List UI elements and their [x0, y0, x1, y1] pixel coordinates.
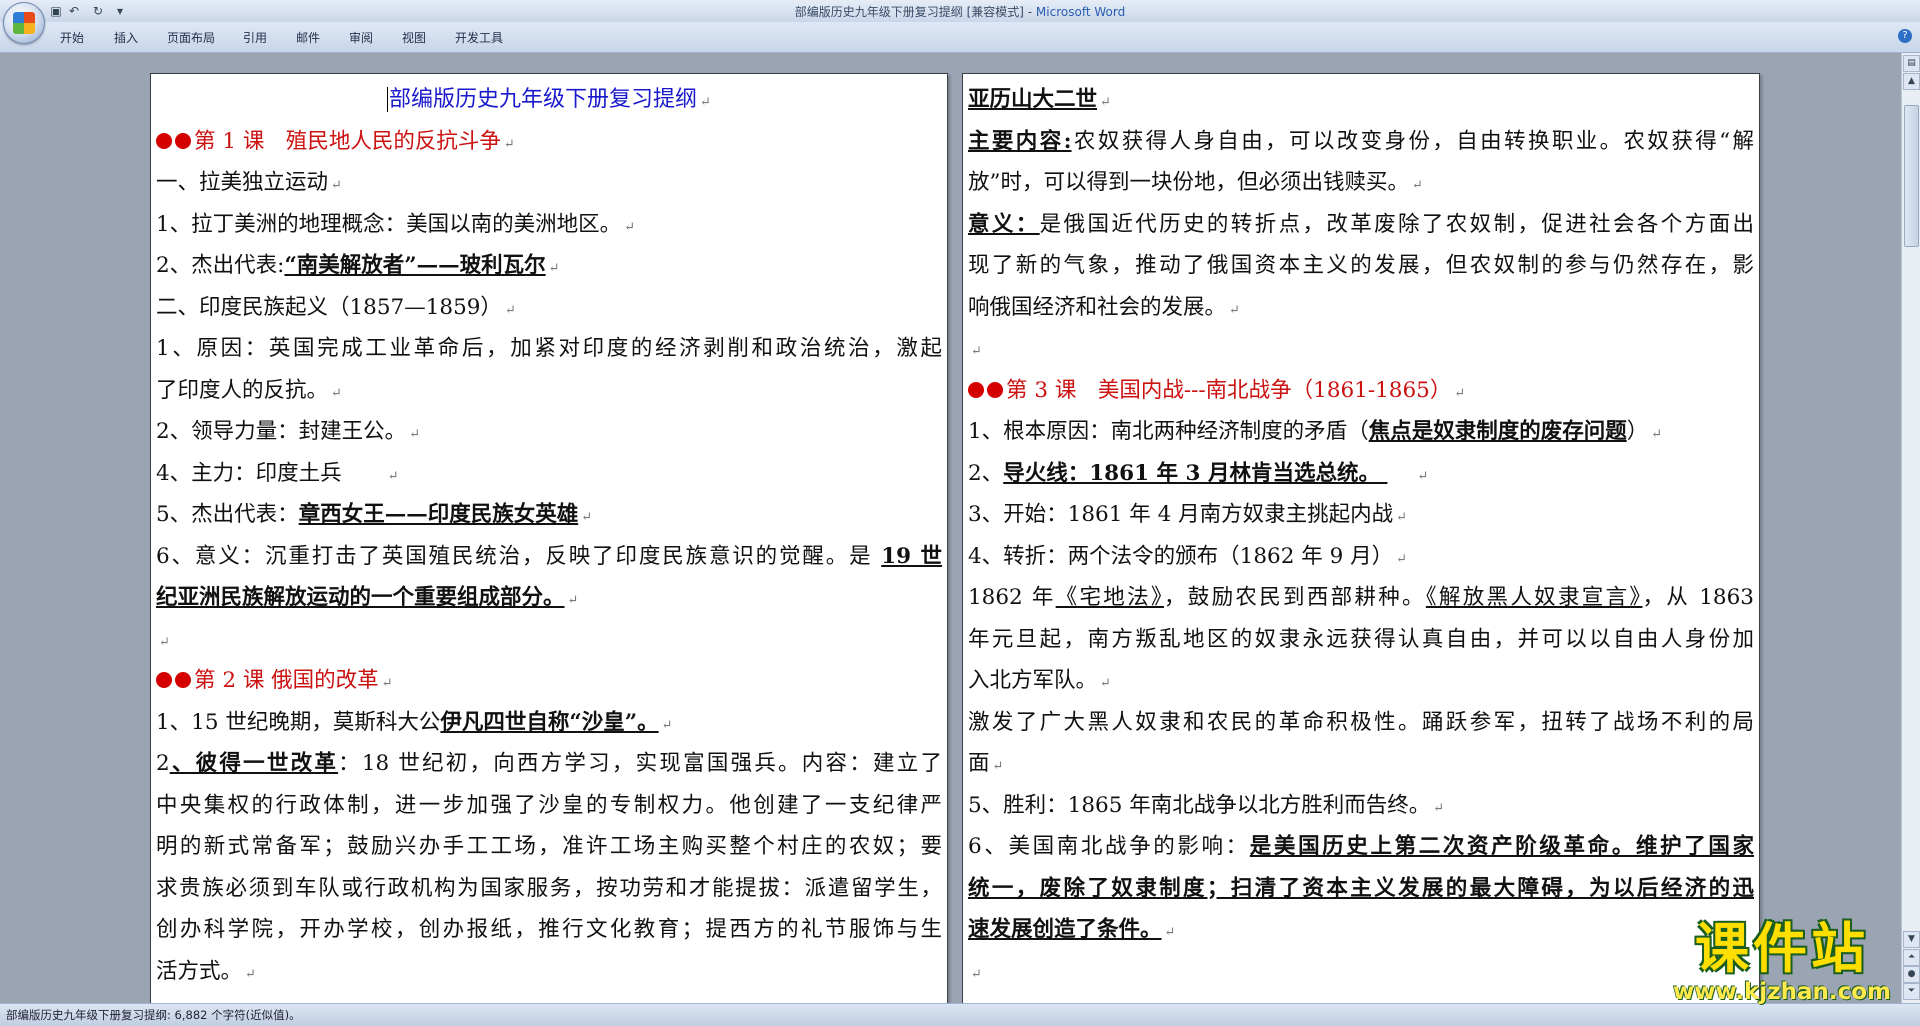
paragraph-line[interactable]: 明的新式常备军；鼓励兴办手工工场，准许工场主购买整个村庄的农奴；要 [156, 826, 942, 868]
lesson-heading[interactable]: 第 2 课 俄国的改革 ↵ [156, 660, 942, 702]
scroll-up-icon[interactable]: ▲ [1903, 73, 1920, 90]
paragraph-line[interactable]: 1、15 世纪晚期，莫斯科大公伊凡四世自称“沙皇”。 ↵ [156, 702, 942, 744]
paragraph-line[interactable]: 了印度人的反抗。 ↵ [156, 370, 942, 412]
document-page-right: 亚历山大二世 ↵ 主要内容:农奴获得人身自由，可以改变身份，自由转换职业。农奴获得… [962, 73, 1760, 1003]
tab-review[interactable]: 审阅 [349, 29, 373, 46]
paragraph-line[interactable]: 年元旦起，南方叛乱地区的奴隶永远获得认真自由，并可以以自由人身份加 [968, 619, 1754, 661]
document-page-left: 部编版历史九年级下册复习提纲 ↵ 第 1 课 殖民地人民的反抗斗争 ↵ 一、拉美独立… [150, 73, 948, 1003]
window-title: 部编版历史九年级下册复习提纲 [兼容模式] - Microsoft Word [794, 5, 1126, 19]
tab-insert[interactable]: 插入 [114, 29, 138, 46]
paragraph-line[interactable]: 速发展创造了条件。 ↵ [968, 909, 1754, 951]
previous-page-icon[interactable]: ⏶ [1903, 949, 1920, 966]
site-watermark: 课件站 www.kjzhan.com [1662, 917, 1902, 1005]
paragraph-line[interactable]: 中央集权的行政体制，进一步加强了沙皇的专制权力。他创建了一支纪律严 [156, 785, 942, 827]
lesson-heading[interactable]: 第 1 课 殖民地人民的反抗斗争 ↵ [156, 121, 942, 163]
paragraph-line[interactable]: 6、美国南北战争的影响：是美国历史上第二次资产阶级革命。维护了国家 [968, 826, 1754, 868]
empty-paragraph[interactable]: ↵ [968, 951, 1754, 993]
tab-home[interactable]: 开始 [60, 29, 84, 46]
office-button[interactable] [3, 2, 45, 44]
ribbon-tab-bar: 开始 插入 页面布局 引用 邮件 审阅 视图 开发工具 ? [0, 22, 1920, 53]
bullet-dot-icon [156, 672, 172, 688]
next-page-icon[interactable]: ⏷ [1903, 983, 1920, 1000]
watermark-title: 课件站 [1695, 917, 1869, 980]
tab-developer[interactable]: 开发工具 [455, 29, 503, 46]
paragraph-line[interactable]: 1、拉丁美洲的地理概念：美国以南的美洲地区。 ↵ [156, 204, 942, 246]
bullet-dot-icon [175, 132, 191, 149]
scroll-down-icon[interactable]: ▼ [1903, 931, 1920, 948]
bullet-dot-icon [156, 132, 172, 149]
document-title[interactable]: 部编版历史九年级下册复习提纲 ↵ [156, 79, 942, 121]
text-cursor [387, 87, 389, 112]
paragraph-line[interactable]: 统一，废除了奴隶制度；扫清了资本主义发展的最大障碍，为以后经济的迅 [968, 868, 1754, 910]
paragraph-line[interactable]: 面 ↵ [968, 743, 1754, 785]
lesson-heading[interactable]: 第 3 课 美国内战---南北战争（1861-1865） ↵ [968, 370, 1754, 412]
document-workspace: 部编版历史九年级下册复习提纲 ↵ 第 1 课 殖民地人民的反抗斗争 ↵ 一、拉美独立… [0, 53, 1902, 1003]
bullet-dot-icon [987, 381, 1003, 398]
empty-paragraph[interactable]: ↵ [968, 328, 1754, 370]
paragraph-line[interactable]: 2、杰出代表:“南美解放者”——玻利瓦尔 ↵ [156, 245, 942, 287]
paragraph-line[interactable]: 4、主力：印度土兵 ↵ [156, 453, 942, 495]
paragraph-line[interactable]: 亚历山大二世 ↵ [968, 79, 1754, 121]
scrollbar-thumb[interactable] [1904, 105, 1919, 247]
office-logo-icon [13, 12, 35, 34]
paragraph-line[interactable]: 5、杰出代表：章西女王——印度民族女英雄 ↵ [156, 494, 942, 536]
paragraph-line[interactable]: 1、原因：英国完成工业革命后，加紧对印度的经济剥削和政治统治，激起 [156, 328, 942, 370]
paragraph-line[interactable]: 3、开始：1861 年 4 月南方奴隶主挑起内战 ↵ [968, 494, 1754, 536]
empty-paragraph[interactable]: ↵ [156, 619, 942, 661]
bullet-dot-icon [175, 672, 191, 688]
paragraph-line[interactable]: 响俄国经济和社会的发展。 ↵ [968, 287, 1754, 329]
section-heading[interactable]: 一、拉美独立运动 ↵ [156, 162, 942, 204]
vertical-scrollbar[interactable]: ▤ ▲ ▼ ⏶ ● ⏷ [1901, 53, 1920, 1003]
help-icon[interactable]: ? [1898, 29, 1912, 43]
paragraph-line[interactable]: 放”时，可以得到一块份地，但必须出钱赎买。 ↵ [968, 162, 1754, 204]
paragraph-line[interactable]: 2、领导力量：封建王公。 ↵ [156, 411, 942, 453]
tab-view[interactable]: 视图 [402, 29, 426, 46]
paragraph-line[interactable]: 创办科学院，开办学校，创办报纸，推行文化教育；提西方的礼节服饰与生 [156, 909, 942, 951]
browse-object-icon[interactable]: ● [1903, 966, 1920, 983]
paragraph-line[interactable]: 2、彼得一世改革：18 世纪初，向西方学习，实现富国强兵。内容：建立了 [156, 743, 942, 785]
bullet-dot-icon [968, 381, 984, 398]
title-bar: ▣ ↶ ↻ ▾ 部编版历史九年级下册复习提纲 [兼容模式] - Microsof… [0, 0, 1920, 44]
paragraph-line[interactable]: 现了新的气象，推动了俄国资本主义的发展，但农奴制的参与仍然存在，影 [968, 245, 1754, 287]
paragraph-line[interactable]: 入北方军队。 ↵ [968, 660, 1754, 702]
ruler-toggle-icon[interactable]: ▤ [1903, 55, 1920, 72]
paragraph-line[interactable]: 5、胜利：1865 年南北战争以北方胜利而告终。 ↵ [968, 785, 1754, 827]
paragraph-line[interactable]: 活方式。 ↵ [156, 951, 942, 993]
tab-page-layout[interactable]: 页面布局 [167, 29, 215, 46]
paragraph-line[interactable]: 1862 年《宅地法》，鼓励农民到西部耕种。《解放黑人奴隶宣言》，从 1863 [968, 577, 1754, 619]
status-bar: 部编版历史九年级下册复习提纲: 6,882 个字符(近似值)。 [0, 1003, 1920, 1026]
paragraph-line[interactable]: 求贵族必须到车队或行政机构为国家服务，按功劳和才能提拔：派遣留学生， [156, 868, 942, 910]
status-word-count[interactable]: 部编版历史九年级下册复习提纲: 6,882 个字符(近似值)。 [6, 1007, 301, 1023]
paragraph-line[interactable]: 2、导火线：1861 年 3 月林肯当选总统。 ↵ [968, 453, 1754, 495]
watermark-url: www.kjzhan.com [1673, 979, 1891, 1005]
tab-references[interactable]: 引用 [243, 29, 267, 46]
paragraph-line[interactable]: 4、转折：两个法令的颁布（1862 年 9 月） ↵ [968, 536, 1754, 578]
section-heading[interactable]: 二、印度民族起义（1857—1859） ↵ [156, 287, 942, 329]
tab-mailings[interactable]: 邮件 [296, 29, 320, 46]
paragraph-line[interactable]: 1、根本原因：南北两种经济制度的矛盾（焦点是奴隶制度的废存问题） ↵ [968, 411, 1754, 453]
paragraph-line[interactable]: 意义：是俄国近代历史的转折点，改革废除了农奴制，促进社会各个方面出 [968, 204, 1754, 246]
paragraph-line[interactable]: 主要内容:农奴获得人身自由，可以改变身份，自由转换职业。农奴获得“解 [968, 121, 1754, 163]
paragraph-line[interactable]: 纪亚洲民族解放运动的一个重要组成部分。 ↵ [156, 577, 942, 619]
paragraph-line[interactable]: 6、意义：沉重打击了英国殖民统治，反映了印度民族意识的觉醒。是 19 世 [156, 536, 942, 578]
paragraph-line[interactable]: 激发了广大黑人奴隶和农民的革命积极性。踊跃参军，扭转了战场不利的局 [968, 702, 1754, 744]
